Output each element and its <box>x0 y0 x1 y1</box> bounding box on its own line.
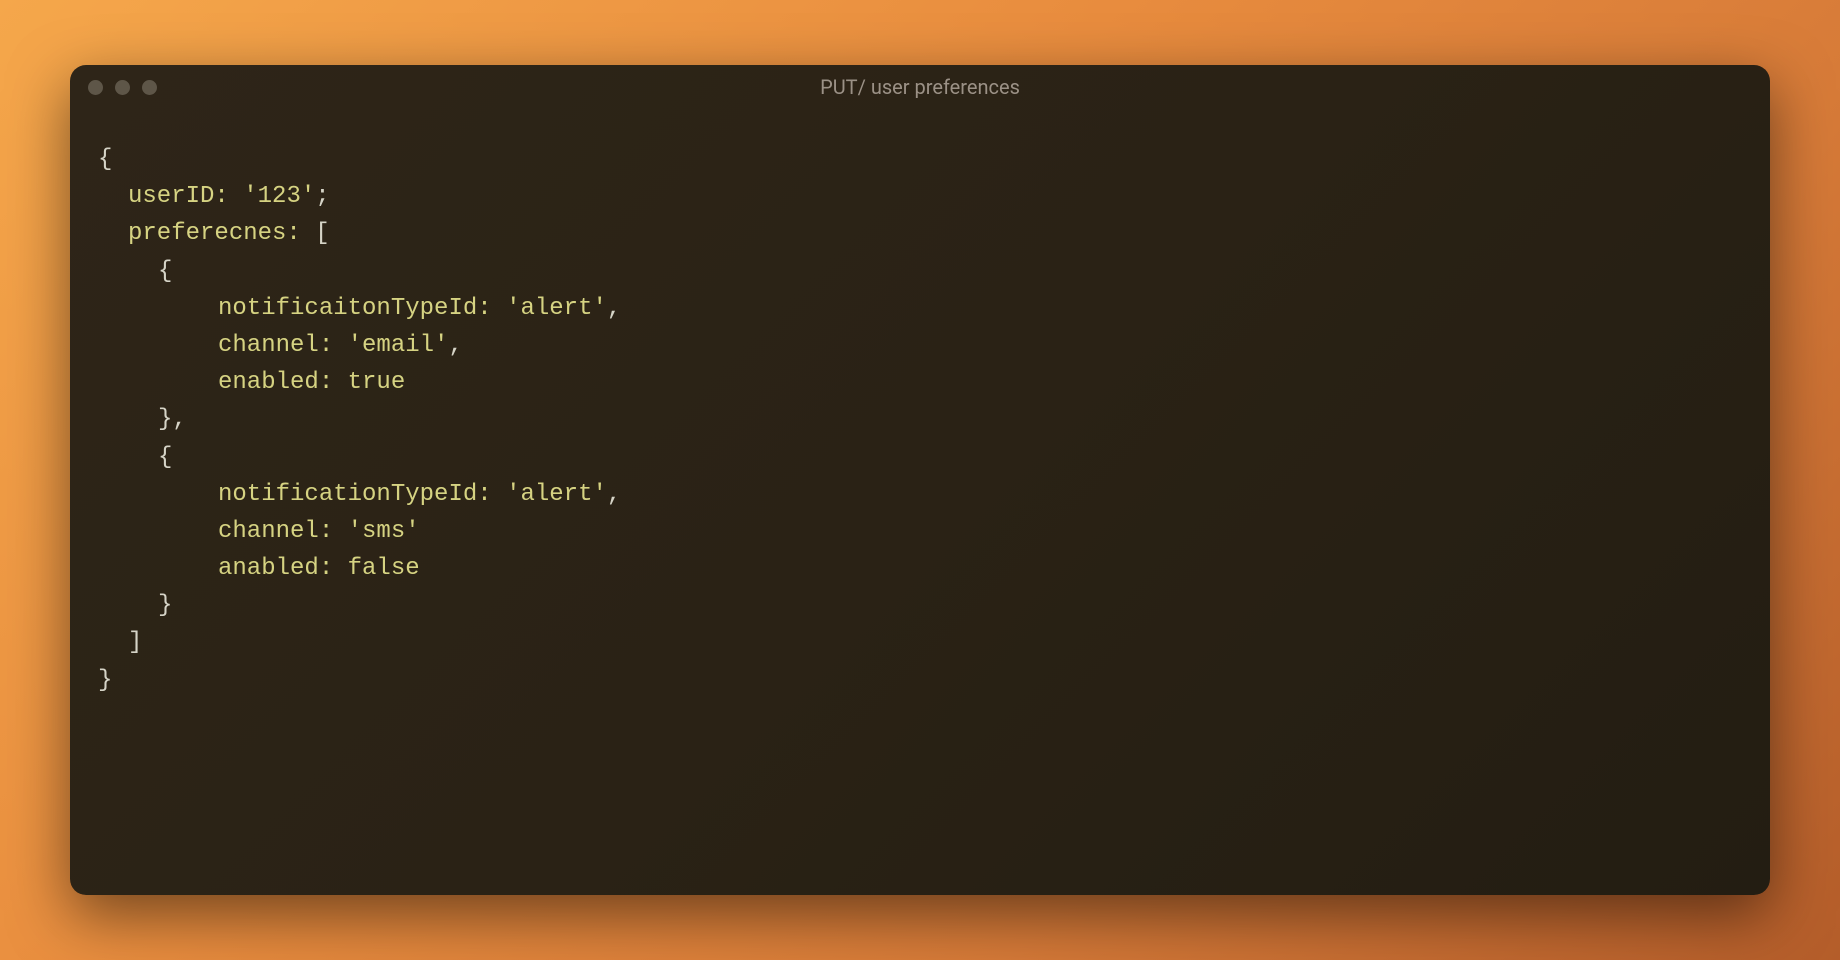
code-line: preferecnes: [ <box>98 215 1742 252</box>
code-line: userID: '123'; <box>98 178 1742 215</box>
code-line: channel: 'email', <box>98 327 1742 364</box>
window-title: PUT/ user preferences <box>820 75 1020 99</box>
code-line: { <box>98 141 1742 178</box>
code-line: } <box>98 587 1742 624</box>
code-window: PUT/ user preferences { userID: '123'; p… <box>70 65 1770 895</box>
code-line: notificaitonTypeId: 'alert', <box>98 290 1742 327</box>
code-editor[interactable]: { userID: '123'; preferecnes: [ { notifi… <box>70 109 1770 731</box>
code-line: enabled: true <box>98 364 1742 401</box>
code-line: }, <box>98 401 1742 438</box>
close-button[interactable] <box>88 80 103 95</box>
minimize-button[interactable] <box>115 80 130 95</box>
code-line: { <box>98 439 1742 476</box>
code-line: channel: 'sms' <box>98 513 1742 550</box>
code-line: ] <box>98 624 1742 661</box>
titlebar: PUT/ user preferences <box>70 65 1770 109</box>
maximize-button[interactable] <box>142 80 157 95</box>
code-line: { <box>98 253 1742 290</box>
code-line: anabled: false <box>98 550 1742 587</box>
code-line: notificationTypeId: 'alert', <box>98 476 1742 513</box>
code-line: } <box>98 662 1742 699</box>
traffic-lights <box>88 80 157 95</box>
